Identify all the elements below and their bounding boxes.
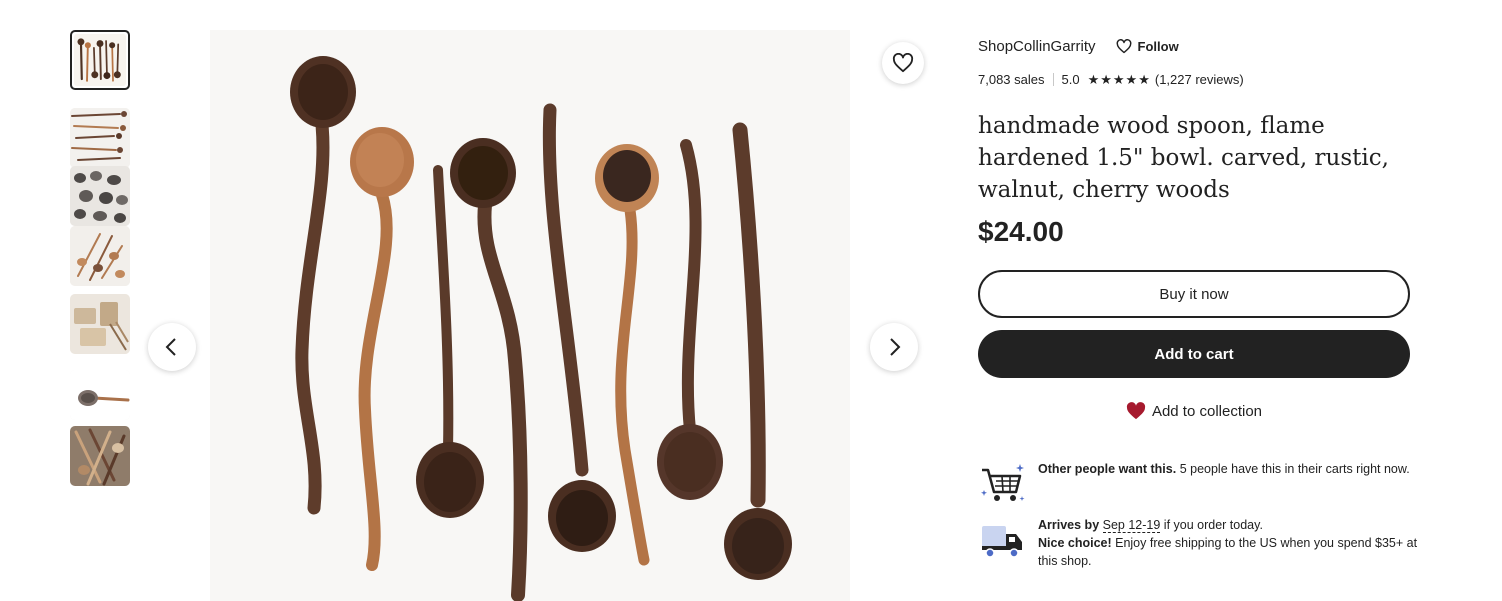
star-icon: ★ [1087, 72, 1100, 87]
arrival-date-link[interactable]: Sep 12-19 [1102, 518, 1161, 533]
arrives-prefix: Arrives by [1038, 518, 1103, 532]
rating-row: 7,083 sales 5.0 ★ ★ ★ ★ ★ (1,227 reviews… [978, 72, 1244, 87]
shipping-bold: Nice choice! [1038, 536, 1112, 550]
chevron-left-icon [165, 338, 176, 356]
thumbnail-6[interactable] [70, 370, 130, 420]
listing-price: $24.00 [978, 216, 1064, 247]
heart-outline-icon [1116, 39, 1131, 54]
demand-text: Other people want this. 5 people have th… [1038, 460, 1410, 478]
divider [1052, 73, 1054, 86]
arrives-suffix: if you order today. [1160, 518, 1263, 532]
shop-name-link[interactable]: ShopCollinGarrity [978, 38, 1096, 55]
star-icon: ★ [1125, 72, 1138, 87]
shipping-notice: Arrives by Sep 12-19 if you order today.… [978, 516, 1418, 570]
thumbnail-4[interactable] [70, 226, 130, 286]
star-rating: ★ ★ ★ ★ ★ [1088, 73, 1151, 86]
delivery-truck-icon [982, 526, 1022, 558]
spoons-thumbnail-image [70, 166, 130, 226]
buy-it-now-button[interactable]: Buy it now [978, 270, 1410, 318]
spoons-thumbnail-image [70, 226, 130, 286]
shipping-text: Arrives by Sep 12-19 if you order today.… [1038, 516, 1418, 570]
star-icon: ★ [1112, 72, 1125, 87]
add-to-collection-label: Add to collection [1151, 402, 1263, 420]
chevron-right-icon [890, 338, 901, 356]
star-icon: ★ [1100, 72, 1112, 87]
spoons-thumbnail-image [70, 108, 130, 168]
spoons-thumbnail-image [70, 370, 130, 420]
demand-bold: Other people want this. [1038, 462, 1177, 476]
heart-outline-icon [892, 53, 914, 73]
rating-value: 5.0 [1061, 72, 1080, 87]
arrival-line: Arrives by Sep 12-19 if you order today. [1038, 516, 1418, 534]
main-product-image [210, 30, 850, 601]
sales-count: 7,083 sales [978, 72, 1045, 87]
shop-row: ShopCollinGarrity Follow [978, 38, 1179, 55]
shopping-cart-icon [981, 464, 1025, 501]
heart-filled-icon [1126, 402, 1146, 420]
next-image-button[interactable] [870, 323, 918, 371]
listing-title: handmade wood spoon, flame hardened 1.5"… [978, 113, 1389, 203]
follow-shop-button[interactable]: Follow [1116, 39, 1179, 54]
reviews-link[interactable]: (1,227 reviews) [1155, 72, 1244, 87]
star-icon: ★ [1138, 72, 1150, 87]
thumbnail-5[interactable] [70, 294, 130, 354]
spoons-thumbnail-image [70, 294, 130, 354]
spoons-thumbnail-image [77, 38, 121, 82]
follow-label: Follow [1137, 39, 1179, 54]
thumbnail-1[interactable] [70, 30, 130, 90]
free-shipping-line: Nice choice! Enjoy free shipping to the … [1038, 534, 1418, 570]
add-to-collection-button[interactable]: Add to collection [978, 402, 1410, 420]
demand-notice: Other people want this. 5 people have th… [978, 460, 1418, 508]
thumbnail-3[interactable] [70, 166, 130, 226]
demand-rest: 5 people have this in their carts right … [1176, 462, 1410, 476]
thumbnail-2[interactable] [70, 108, 130, 168]
spoons-thumbnail-image [70, 426, 130, 486]
wooden-spoons-photo [210, 30, 850, 601]
favorite-button[interactable] [882, 42, 924, 84]
previous-image-button[interactable] [148, 323, 196, 371]
add-to-cart-button[interactable]: Add to cart [978, 330, 1410, 378]
thumbnail-7[interactable] [70, 426, 130, 486]
